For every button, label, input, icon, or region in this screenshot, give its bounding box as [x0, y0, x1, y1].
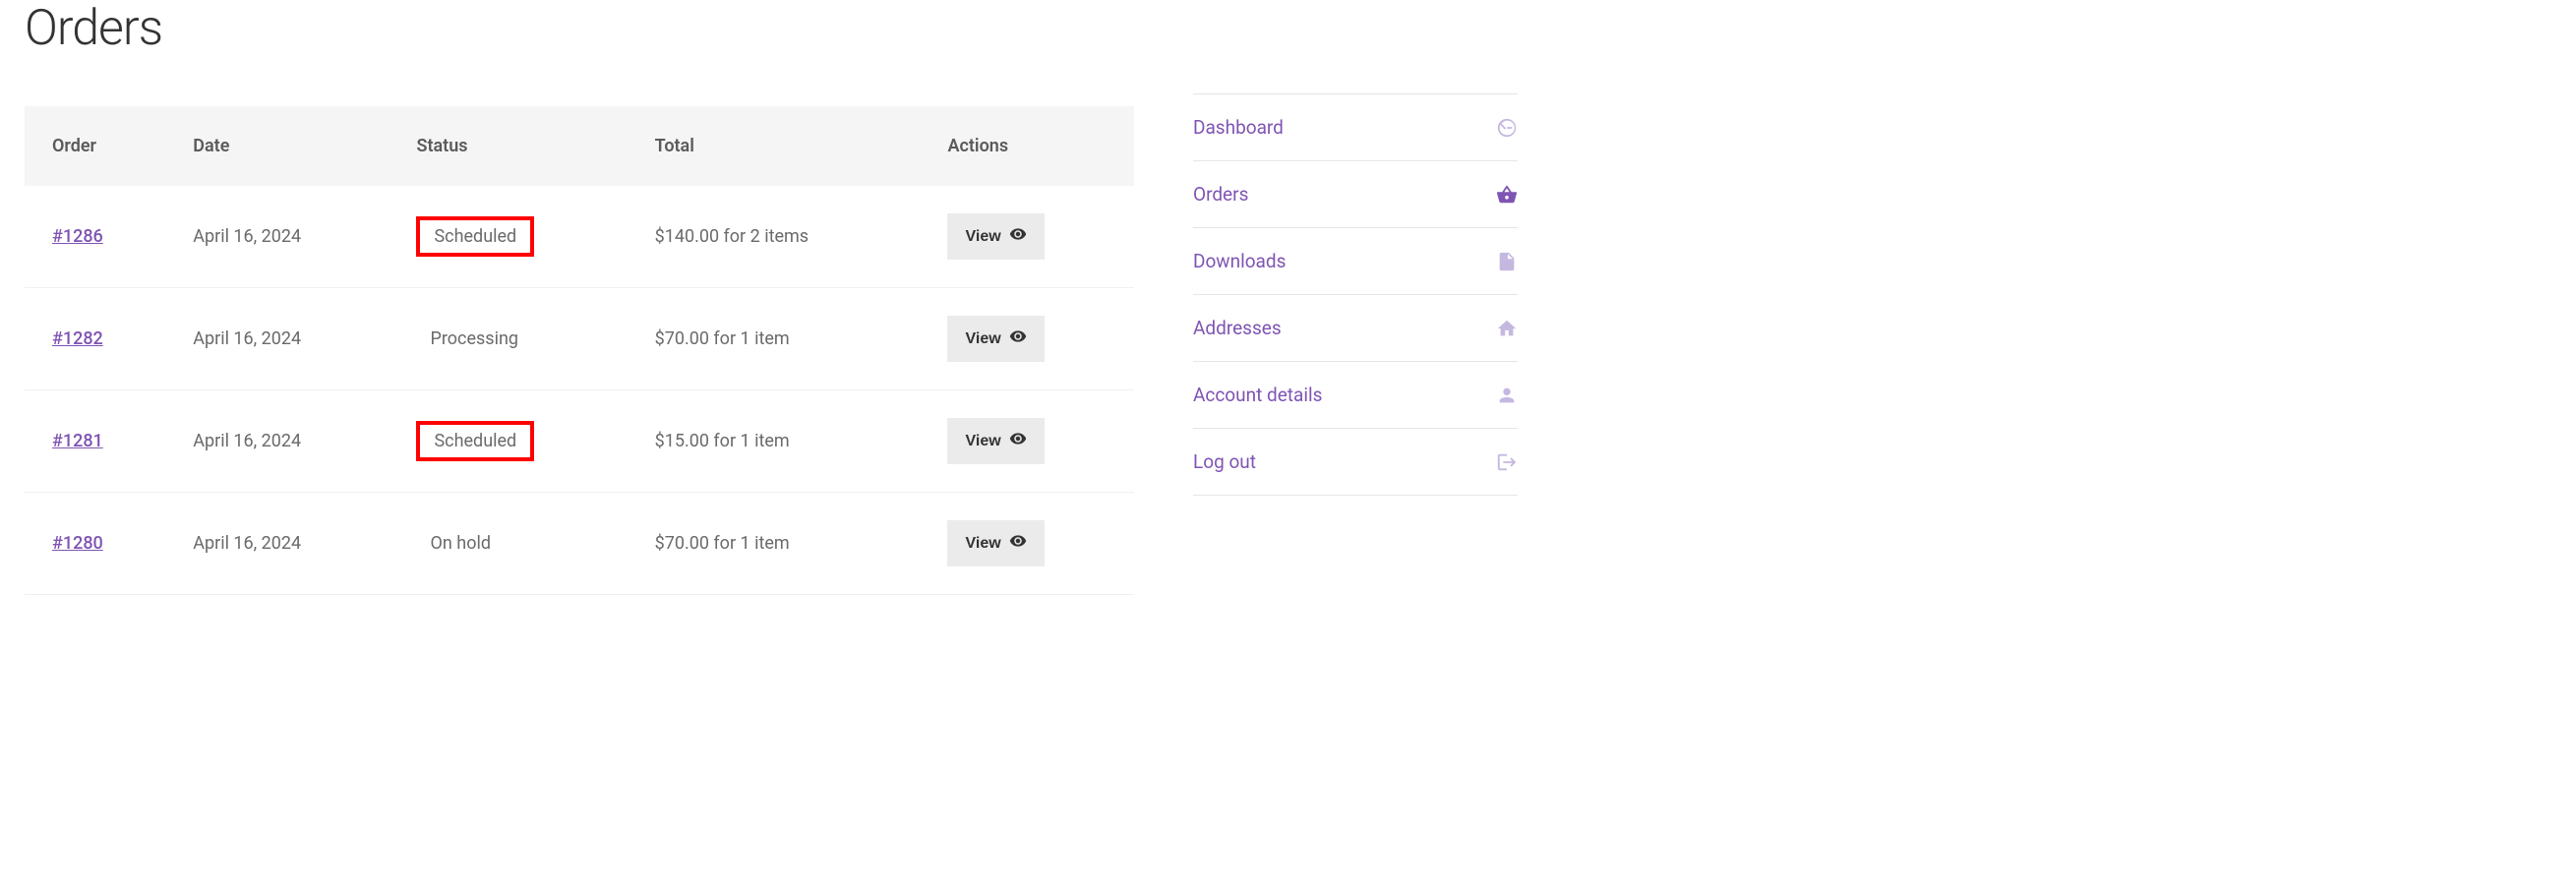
th-date: Date: [173, 106, 396, 186]
order-date: April 16, 2024: [173, 390, 396, 493]
eye-icon: [1009, 225, 1027, 248]
dashboard-icon: [1496, 117, 1518, 139]
sidebar-item-label: Log out: [1193, 450, 1256, 473]
home-icon: [1496, 318, 1518, 339]
eye-icon: [1009, 532, 1027, 555]
order-date: April 16, 2024: [173, 186, 396, 288]
view-button[interactable]: View: [947, 520, 1044, 566]
th-status: Status: [396, 106, 634, 186]
basket-icon: [1496, 184, 1518, 206]
sidebar-item-orders[interactable]: Orders: [1193, 160, 1518, 227]
sidebar-item-label: Account details: [1193, 384, 1322, 406]
order-total: $70.00 for 1 item: [635, 288, 929, 390]
th-actions: Actions: [928, 106, 1134, 186]
order-link[interactable]: #1280: [52, 533, 103, 554]
view-button-label: View: [965, 433, 1000, 450]
table-row: #1280 April 16, 2024 On hold $70.00 for 1 i…: [25, 493, 1134, 595]
sidebar-item-label: Orders: [1193, 183, 1248, 206]
sidebar-item-label: Downloads: [1193, 250, 1286, 272]
status-badge: Scheduled: [416, 216, 534, 257]
table-row: #1282 April 16, 2024 Processing $70.00 for …: [25, 288, 1134, 390]
th-order: Order: [25, 106, 173, 186]
account-nav-sidebar: Dashboard Orders Downloads Addresses Account…: [1193, 0, 1518, 496]
sidebar-item-log-out[interactable]: Log out: [1193, 428, 1518, 496]
order-link[interactable]: #1286: [52, 226, 103, 247]
sidebar-item-downloads[interactable]: Downloads: [1193, 227, 1518, 294]
file-icon: [1496, 251, 1518, 272]
order-total: $70.00 for 1 item: [635, 493, 929, 595]
table-row: #1281 April 16, 2024 Scheduled $15.00 for 1…: [25, 390, 1134, 493]
view-button-label: View: [965, 228, 1000, 246]
sidebar-item-account-details[interactable]: Account details: [1193, 361, 1518, 428]
status-badge: Processing: [416, 323, 532, 355]
sidebar-item-label: Addresses: [1193, 317, 1282, 339]
page-title: Orders: [25, 0, 1134, 57]
order-date: April 16, 2024: [173, 493, 396, 595]
sidebar-item-addresses[interactable]: Addresses: [1193, 294, 1518, 361]
view-button[interactable]: View: [947, 418, 1044, 464]
status-badge: Scheduled: [416, 421, 534, 461]
order-total: $15.00 for 1 item: [635, 390, 929, 493]
eye-icon: [1009, 327, 1027, 350]
view-button-label: View: [965, 330, 1000, 348]
orders-table: Order Date Status Total Actions #1286 Apr…: [25, 106, 1134, 595]
logout-icon: [1496, 451, 1518, 473]
sidebar-item-label: Dashboard: [1193, 116, 1284, 139]
th-total: Total: [635, 106, 929, 186]
table-row: #1286 April 16, 2024 Scheduled $140.00 for …: [25, 186, 1134, 288]
order-total: $140.00 for 2 items: [635, 186, 929, 288]
status-badge: On hold: [416, 527, 505, 560]
view-button-label: View: [965, 535, 1000, 553]
view-button[interactable]: View: [947, 316, 1044, 362]
order-date: April 16, 2024: [173, 288, 396, 390]
view-button[interactable]: View: [947, 213, 1044, 260]
user-icon: [1496, 385, 1518, 406]
order-link[interactable]: #1281: [52, 431, 103, 451]
eye-icon: [1009, 430, 1027, 452]
sidebar-item-dashboard[interactable]: Dashboard: [1193, 93, 1518, 160]
order-link[interactable]: #1282: [52, 328, 103, 349]
